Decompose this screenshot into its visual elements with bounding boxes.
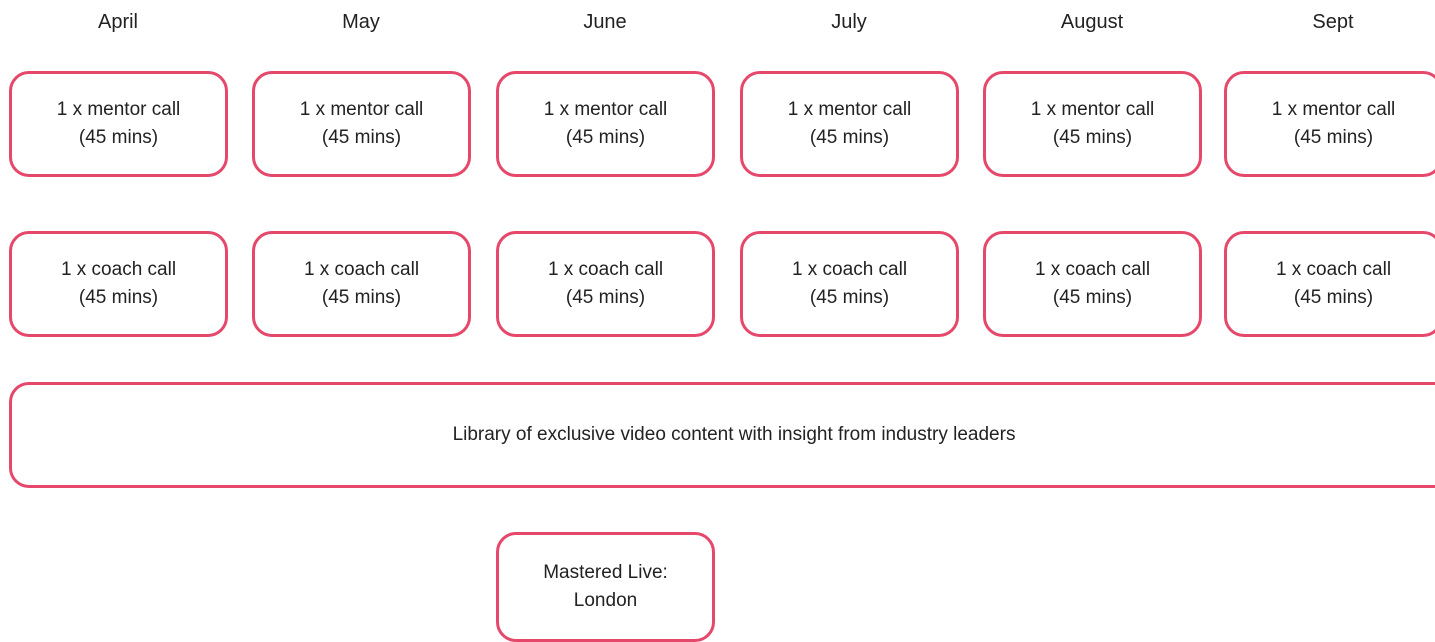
month-header-may: May	[342, 11, 380, 33]
month-header-july: July	[831, 11, 867, 33]
mentor-call-box-august: 1 x mentor call (45 mins)	[983, 71, 1202, 177]
mentor-call-label: 1 x mentor call	[56, 99, 181, 120]
month-header-june: June	[583, 11, 627, 33]
mastered-live-box: Mastered Live: London	[496, 532, 715, 642]
coach-call-box-august: 1 x coach call (45 mins)	[983, 231, 1202, 337]
month-header-august: August	[1060, 11, 1124, 33]
coach-call-duration: (45 mins)	[321, 287, 402, 308]
mentor-call-box-sept: 1 x mentor call (45 mins)	[1224, 71, 1435, 177]
video-library-box: Library of exclusive video content with …	[9, 382, 1435, 488]
mentor-call-duration: (45 mins)	[1293, 127, 1374, 148]
coach-call-label: 1 x coach call	[791, 259, 908, 280]
mentor-call-duration: (45 mins)	[321, 127, 402, 148]
mentor-call-box-april: 1 x mentor call (45 mins)	[9, 71, 228, 177]
month-header-april: April	[97, 11, 138, 33]
mastered-live-location: London	[573, 590, 638, 611]
mentor-call-duration: (45 mins)	[1052, 127, 1133, 148]
mastered-live-title: Mastered Live:	[543, 562, 668, 583]
coach-call-label: 1 x coach call	[1275, 259, 1392, 280]
mentor-call-box-may: 1 x mentor call (45 mins)	[252, 71, 471, 177]
mentor-call-box-july: 1 x mentor call (45 mins)	[740, 71, 959, 177]
mentor-call-label: 1 x mentor call	[299, 99, 424, 120]
coach-call-box-june: 1 x coach call (45 mins)	[496, 231, 715, 337]
month-header-sept: Sept	[1312, 11, 1354, 33]
coach-call-duration: (45 mins)	[1293, 287, 1374, 308]
mentor-call-duration: (45 mins)	[565, 127, 646, 148]
coach-call-label: 1 x coach call	[303, 259, 420, 280]
coach-call-box-may: 1 x coach call (45 mins)	[252, 231, 471, 337]
mentor-call-label: 1 x mentor call	[543, 99, 668, 120]
video-library-label: Library of exclusive video content with …	[452, 424, 1016, 445]
mentor-call-label: 1 x mentor call	[787, 99, 912, 120]
coach-call-duration: (45 mins)	[78, 287, 159, 308]
coach-call-duration: (45 mins)	[809, 287, 890, 308]
coach-call-label: 1 x coach call	[1034, 259, 1151, 280]
coach-call-label: 1 x coach call	[60, 259, 177, 280]
coach-call-box-april: 1 x coach call (45 mins)	[9, 231, 228, 337]
mentor-call-label: 1 x mentor call	[1030, 99, 1155, 120]
coach-call-box-sept: 1 x coach call (45 mins)	[1224, 231, 1435, 337]
mentor-call-label: 1 x mentor call	[1271, 99, 1396, 120]
coach-call-label: 1 x coach call	[547, 259, 664, 280]
coach-call-duration: (45 mins)	[565, 287, 646, 308]
coach-call-duration: (45 mins)	[1052, 287, 1133, 308]
mentor-call-duration: (45 mins)	[78, 127, 159, 148]
mentor-call-box-june: 1 x mentor call (45 mins)	[496, 71, 715, 177]
coach-call-box-july: 1 x coach call (45 mins)	[740, 231, 959, 337]
mentor-call-duration: (45 mins)	[809, 127, 890, 148]
